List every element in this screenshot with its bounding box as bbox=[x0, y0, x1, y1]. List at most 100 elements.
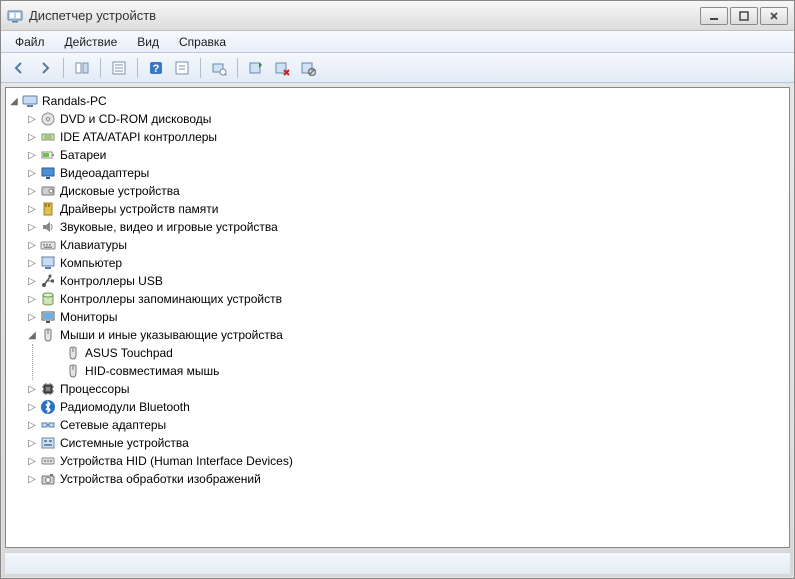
category-label: Мониторы bbox=[60, 310, 117, 324]
category-label: Устройства HID (Human Interface Devices) bbox=[60, 454, 293, 468]
category-label: Randals-PC bbox=[42, 94, 107, 108]
category-label: Системные устройства bbox=[60, 436, 189, 450]
category-label: Сетевые адаптеры bbox=[60, 418, 166, 432]
action-button[interactable] bbox=[170, 56, 194, 80]
mouse-icon bbox=[65, 345, 81, 361]
display-icon bbox=[40, 165, 56, 181]
toolbar: ? bbox=[1, 53, 794, 83]
category-node[interactable]: ▷Процессоры bbox=[26, 380, 787, 398]
category-node[interactable]: ▷ Системные устройства bbox=[26, 434, 787, 452]
usb-icon bbox=[40, 273, 56, 289]
category-node[interactable]: ▷ Контроллеры запоминающих устройств bbox=[26, 290, 787, 308]
expand-icon[interactable]: ▷ bbox=[26, 221, 38, 233]
expand-icon[interactable]: ▷ bbox=[26, 131, 38, 143]
expand-icon[interactable]: ▷ bbox=[26, 275, 38, 287]
device-node[interactable]: ASUS Touchpad bbox=[51, 344, 787, 362]
svg-text:?: ? bbox=[153, 63, 160, 75]
category-node[interactable]: ▷ Дисковые устройства bbox=[26, 182, 787, 200]
category-label: Батареи bbox=[60, 148, 106, 162]
sd-icon bbox=[40, 201, 56, 217]
expand-icon[interactable]: ▷ bbox=[26, 293, 38, 305]
show-hidden-button[interactable] bbox=[70, 56, 94, 80]
properties-button[interactable] bbox=[107, 56, 131, 80]
category-node[interactable]: ▷Устройства обработки изображений bbox=[26, 470, 787, 488]
disable-button[interactable] bbox=[296, 56, 320, 80]
expand-icon[interactable]: ▷ bbox=[26, 203, 38, 215]
category-label: DVD и CD-ROM дисководы bbox=[60, 112, 211, 126]
category-label: Дисковые устройства bbox=[60, 184, 180, 198]
expand-icon[interactable]: ▷ bbox=[26, 113, 38, 125]
category-node[interactable]: ▷Драйверы устройств памяти bbox=[26, 200, 787, 218]
expand-icon[interactable]: ▷ bbox=[26, 419, 38, 431]
window-frame: Диспетчер устройств Файл Действие Вид Сп… bbox=[0, 0, 795, 579]
expand-icon[interactable]: ▷ bbox=[26, 257, 38, 269]
category-label: Звуковые, видео и игровые устройства bbox=[60, 220, 278, 234]
category-node[interactable]: ▷Контроллеры USB bbox=[26, 272, 787, 290]
forward-button[interactable] bbox=[33, 56, 57, 80]
disk-icon bbox=[40, 183, 56, 199]
expand-icon[interactable]: ▷ bbox=[26, 311, 38, 323]
category-node[interactable]: ▷ DVD и CD-ROM дисководы bbox=[26, 110, 787, 128]
expand-icon[interactable]: ▷ bbox=[26, 383, 38, 395]
category-node[interactable]: ▷ Батареи bbox=[26, 146, 787, 164]
device-label: ASUS Touchpad bbox=[85, 346, 173, 360]
category-node[interactable]: ▷Видеоадаптеры bbox=[26, 164, 787, 182]
category-label: Мыши и иные указывающие устройства bbox=[60, 328, 283, 342]
category-node[interactable]: ▷ Звуковые, видео и игровые устройства bbox=[26, 218, 787, 236]
app-icon bbox=[7, 8, 23, 24]
expand-icon[interactable]: ▷ bbox=[26, 437, 38, 449]
expand-icon[interactable]: ▷ bbox=[26, 239, 38, 251]
cpu-icon bbox=[40, 381, 56, 397]
monitor-icon bbox=[40, 309, 56, 325]
device-node[interactable]: HID-совместимая мышь bbox=[51, 362, 787, 380]
titlebar[interactable]: Диспетчер устройств bbox=[1, 1, 794, 31]
battery-icon bbox=[40, 147, 56, 163]
imaging-icon bbox=[40, 471, 56, 487]
expand-icon[interactable]: ▷ bbox=[26, 185, 38, 197]
category-node[interactable]: ▷Радиомодули Bluetooth bbox=[26, 398, 787, 416]
category-node[interactable]: ▷ Мониторы bbox=[26, 308, 787, 326]
menu-action[interactable]: Действие bbox=[55, 33, 128, 51]
category-label: Контроллеры запоминающих устройств bbox=[60, 292, 282, 306]
category-node[interactable]: ◢ Мыши и иные указывающие устройства bbox=[26, 326, 787, 344]
uninstall-button[interactable] bbox=[270, 56, 294, 80]
update-driver-button[interactable] bbox=[244, 56, 268, 80]
toolbar-separator bbox=[63, 58, 64, 78]
computer-icon bbox=[40, 255, 56, 271]
category-node[interactable]: ▷Клавиатуры bbox=[26, 236, 787, 254]
expand-icon[interactable]: ▷ bbox=[26, 455, 38, 467]
expand-icon[interactable]: ▷ bbox=[26, 401, 38, 413]
ide-icon bbox=[40, 129, 56, 145]
back-button[interactable] bbox=[7, 56, 31, 80]
expand-icon[interactable]: ▷ bbox=[26, 149, 38, 161]
close-button[interactable] bbox=[760, 7, 788, 25]
expand-icon[interactable]: ▷ bbox=[26, 473, 38, 485]
window-title: Диспетчер устройств bbox=[29, 8, 698, 23]
mouse-icon bbox=[65, 363, 81, 379]
collapse-icon[interactable]: ◢ bbox=[26, 329, 38, 341]
category-node[interactable]: ▷ Устройства HID (Human Interface Devices… bbox=[26, 452, 787, 470]
expand-icon[interactable]: ▷ bbox=[26, 167, 38, 179]
maximize-button[interactable] bbox=[730, 7, 758, 25]
category-node[interactable]: ▷ Сетевые адаптеры bbox=[26, 416, 787, 434]
menu-help[interactable]: Справка bbox=[169, 33, 236, 51]
device-tree-panel[interactable]: ◢ Randals-PC ▷ DVD и CD-ROM дисководы ▷IDE A… bbox=[5, 87, 790, 548]
sound-icon bbox=[40, 219, 56, 235]
menu-view[interactable]: Вид bbox=[127, 33, 169, 51]
minimize-button[interactable] bbox=[700, 7, 728, 25]
toolbar-separator bbox=[137, 58, 138, 78]
tree-root-node[interactable]: ◢ Randals-PC bbox=[8, 92, 787, 110]
menu-file[interactable]: Файл bbox=[5, 33, 55, 51]
help-button[interactable]: ? bbox=[144, 56, 168, 80]
storage-icon bbox=[40, 291, 56, 307]
cd-icon bbox=[40, 111, 56, 127]
scan-hardware-button[interactable] bbox=[207, 56, 231, 80]
device-label: HID-совместимая мышь bbox=[85, 364, 219, 378]
category-node[interactable]: ▷IDE ATA/ATAPI контроллеры bbox=[26, 128, 787, 146]
computer-root-icon bbox=[22, 93, 38, 109]
toolbar-separator bbox=[100, 58, 101, 78]
category-node[interactable]: ▷ Компьютер bbox=[26, 254, 787, 272]
collapse-icon[interactable]: ◢ bbox=[8, 95, 20, 107]
mouse-icon bbox=[40, 327, 56, 343]
category-label: Компьютер bbox=[60, 256, 122, 270]
